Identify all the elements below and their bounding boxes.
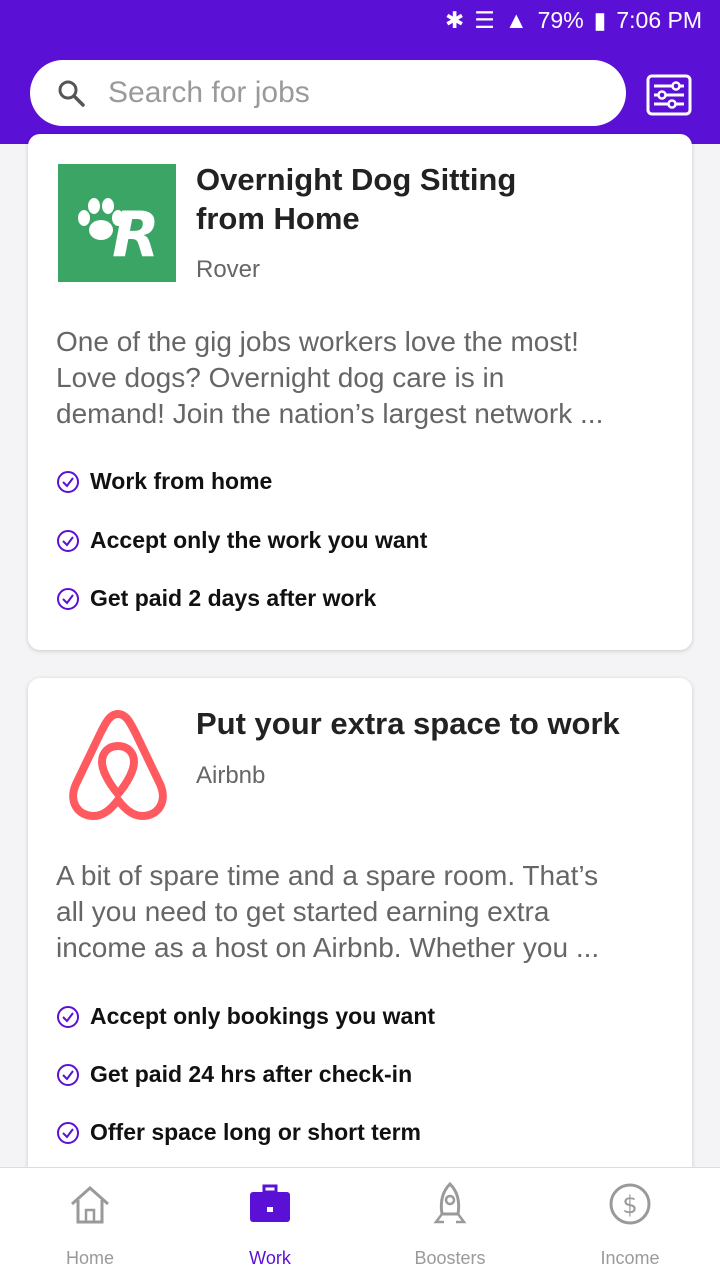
svg-text:R: R	[112, 198, 160, 271]
perk-label: Work from home	[90, 468, 273, 494]
signal-icon: ▲	[504, 6, 528, 33]
perk-label: Get paid 2 days after work	[90, 585, 377, 611]
search-icon[interactable]	[54, 76, 88, 110]
perk-label: Get paid 24 hrs after check-in	[90, 1061, 413, 1087]
battery-icon: ▮	[593, 6, 607, 33]
check-circle-icon	[57, 1005, 79, 1028]
nav-home[interactable]: Home	[30, 1178, 150, 1269]
nav-income-label: Income	[600, 1248, 660, 1268]
nav-boosters-label: Boosters	[414, 1248, 486, 1268]
bluetooth-icon: ✱	[444, 6, 465, 33]
job-card-rover[interactable]: R Overnight Dog Sitting from Home Rover …	[28, 134, 692, 650]
perk-label: Offer space long or short term	[90, 1119, 422, 1145]
check-circle-icon	[57, 1121, 79, 1144]
perk-item: Get paid 2 days after work	[56, 585, 376, 612]
job-company: Rover	[196, 256, 261, 283]
filter-icon[interactable]	[644, 70, 694, 120]
job-title: Put your extra space to work	[196, 706, 620, 741]
status-time: 7:06 PM	[616, 6, 702, 33]
check-circle-icon	[57, 1063, 79, 1086]
home-icon[interactable]	[64, 1178, 116, 1230]
job-title: Overnight Dog Sitting from Home	[196, 162, 517, 236]
job-company: Airbnb	[196, 762, 266, 789]
check-circle-icon	[57, 470, 79, 493]
perk-label: Accept only bookings you want	[90, 1003, 436, 1029]
nav-income[interactable]: $ Income	[570, 1178, 690, 1269]
search-input[interactable]: Search for jobs	[108, 76, 310, 110]
wifi-icon: ☰	[474, 6, 495, 33]
perk-item: Get paid 24 hrs after check-in	[56, 1061, 412, 1088]
nav-work-label: Work	[249, 1248, 291, 1268]
perk-item: Accept only bookings you want	[56, 1003, 435, 1030]
app-header: Search for jobs	[0, 40, 720, 144]
job-description: A bit of spare time and a spare room. Th…	[56, 860, 600, 963]
job-description: One of the gig jobs workers love the mos…	[56, 326, 604, 429]
job-card-airbnb[interactable]: Put your extra space to work Airbnb A bi…	[28, 678, 692, 1178]
search-bar[interactable]: Search for jobs	[30, 60, 626, 126]
perk-item: Accept only the work you want	[56, 527, 427, 554]
rocket-icon[interactable]	[424, 1178, 476, 1230]
nav-work[interactable]: Work	[210, 1178, 330, 1269]
bottom-nav: Home Work Boosters $ Income	[0, 1167, 720, 1280]
svg-text:$: $	[622, 1191, 637, 1219]
dollar-icon[interactable]: $	[604, 1178, 656, 1230]
briefcase-icon[interactable]	[244, 1178, 296, 1230]
airbnb-logo	[62, 704, 174, 822]
battery-percent: 79%	[537, 6, 584, 33]
nav-home-label: Home	[65, 1248, 114, 1268]
rover-logo: R	[58, 164, 176, 282]
check-circle-icon	[57, 587, 79, 610]
check-circle-icon	[57, 529, 79, 552]
perk-item: Work from home	[56, 468, 272, 495]
nav-boosters[interactable]: Boosters	[390, 1178, 510, 1269]
status-bar: ✱ ☰ ▲ 79% ▮ 7:06 PM	[0, 0, 720, 40]
perk-item: Offer space long or short term	[56, 1119, 421, 1146]
perk-label: Accept only the work you want	[90, 527, 428, 553]
